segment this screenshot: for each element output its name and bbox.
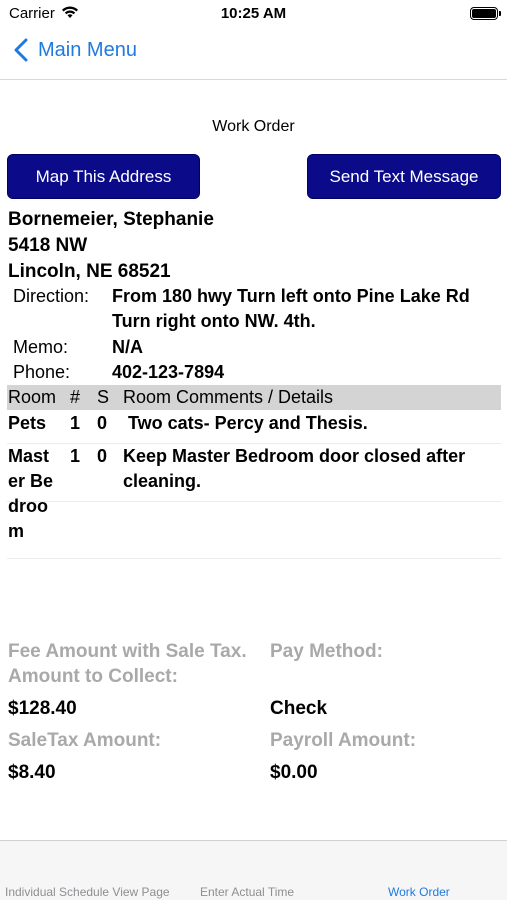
row-comments: Keep Master Bedroom door closed after cl… [123,446,466,491]
header-comments: Room Comments / Details [123,387,334,407]
fee-amount-value: $128.40 [8,698,77,719]
header-s: S [97,387,110,407]
memo-value: N/A [112,337,143,357]
battery-icon [470,7,501,20]
send-text-button[interactable]: Send Text Message [307,154,501,199]
table-divider [7,558,501,559]
pay-method-label: Pay Method: [270,641,383,662]
status-bar: Carrier 10:25 AM [0,0,507,28]
table-row: Master Bedroom 1 0 Keep Master Bedroom d… [7,444,501,541]
tab-work-order[interactable]: Work Order [388,885,450,899]
phone-row: Phone: 402-123-7894 [13,362,503,378]
row-room: Pets [8,413,47,433]
direction-value: From 180 hwy Turn left onto Pine Lake Rd… [112,286,470,331]
direction-label: Direction: [13,286,90,306]
row-comments: Two cats- Percy and Thesis. [128,413,368,433]
header-room: Room [8,387,57,407]
back-button[interactable]: Main Menu [14,38,137,62]
row-s: 0 [97,446,108,466]
clock: 10:25 AM [220,5,287,22]
navigation-bar: Main Menu [0,28,507,80]
row-room: Master Bedroom [8,446,54,541]
payroll-amount-label: Payroll Amount: [270,730,417,751]
row-num: 1 [70,446,81,466]
map-address-button[interactable]: Map This Address [7,154,200,199]
tab-individual-schedule[interactable]: Individual Schedule View Page [5,885,170,899]
payroll-amount-value: $0.00 [270,762,318,783]
header-num: # [70,387,81,407]
memo-row: Memo: N/A [13,335,503,360]
row-s: 0 [97,413,108,433]
chevron-left-icon [14,38,28,62]
client-address-line1: 5418 NW [8,235,88,256]
client-name: Bornemeier, Stephanie [8,209,214,230]
client-info: Bornemeier, Stephanie 5418 NW Lincoln, N… [8,207,214,285]
tab-bar: Individual Schedule View Page Enter Actu… [0,840,507,900]
phone-value[interactable]: 402-123-7894 [112,362,497,378]
phone-row-clip: Phone: 402-123-7894 [0,362,507,378]
pay-method-value: Check [270,698,328,719]
back-button-label: Main Menu [38,38,137,61]
client-address-line2: Lincoln, NE 68521 [8,261,171,282]
direction-row: Direction: From 180 hwy Turn left onto P… [13,284,503,336]
sale-tax-label: SaleTax Amount: [8,730,162,751]
room-table-header: Room # S Room Comments / Details [7,385,501,410]
tab-enter-actual-time[interactable]: Enter Actual Time [200,885,294,899]
sale-tax-value: $8.40 [8,762,56,783]
fee-amount-label: Fee Amount with Sale Tax. Amount to Coll… [8,641,247,687]
page-title: Work Order [212,118,295,135]
row-num: 1 [70,413,81,433]
memo-label: Memo: [13,337,69,357]
table-row: Pets 1 0 Two cats- Percy and Thesis. [7,410,501,444]
phone-label: Phone: [13,362,71,378]
